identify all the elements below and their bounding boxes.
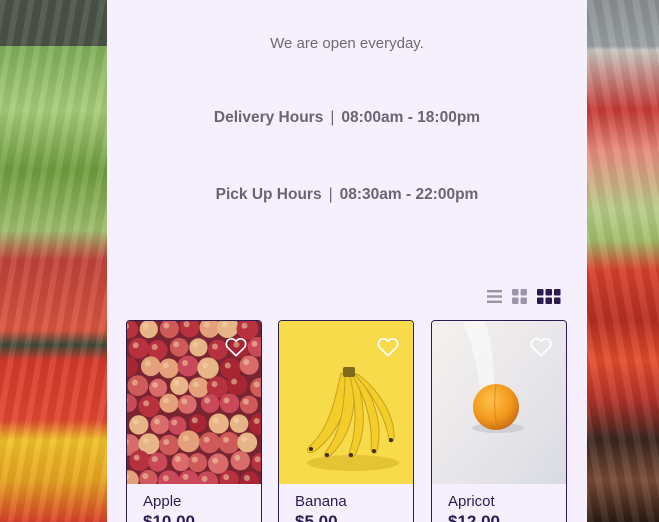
product-price: $12.00 [448, 512, 500, 522]
product-price: $10.00 [143, 512, 195, 522]
delivery-hours-label: Delivery Hours [213, 109, 324, 126]
heart-icon[interactable] [225, 337, 247, 357]
product-card[interactable]: Apricot $12.00 [431, 320, 567, 522]
background-image-right [587, 0, 659, 522]
delivery-hours: Delivery Hours | 08:00am - 18:00pm [107, 109, 587, 127]
pickup-hours-separator: | [328, 186, 333, 203]
compact-grid-view-icon[interactable] [537, 289, 561, 304]
delivery-hours-time: 08:00am - 18:00pm [341, 109, 481, 126]
product-name: Banana [295, 493, 347, 510]
grid-view-icon[interactable] [512, 289, 527, 304]
pickup-hours-label: Pick Up Hours [215, 186, 322, 203]
view-toggle-group [487, 288, 561, 305]
store-panel: We are open everyday. Delivery Hours | 08:… [107, 0, 587, 522]
pickup-hours: Pick Up Hours | 08:30am - 22:00pm [107, 186, 587, 204]
list-view-icon[interactable] [487, 289, 502, 304]
open-everyday-text: We are open everyday. [270, 35, 424, 52]
heart-icon[interactable] [377, 337, 399, 357]
product-price: $5.00 [295, 512, 338, 522]
product-card[interactable]: Apple $10.00 [126, 320, 262, 522]
background-image-left [0, 0, 107, 522]
delivery-hours-separator: | [330, 109, 335, 126]
product-card[interactable]: Banana $5.00 [278, 320, 414, 522]
product-name: Apple [143, 493, 182, 510]
product-name: Apricot [448, 493, 495, 510]
pickup-hours-time: 08:30am - 22:00pm [339, 186, 479, 203]
heart-icon[interactable] [530, 337, 552, 357]
